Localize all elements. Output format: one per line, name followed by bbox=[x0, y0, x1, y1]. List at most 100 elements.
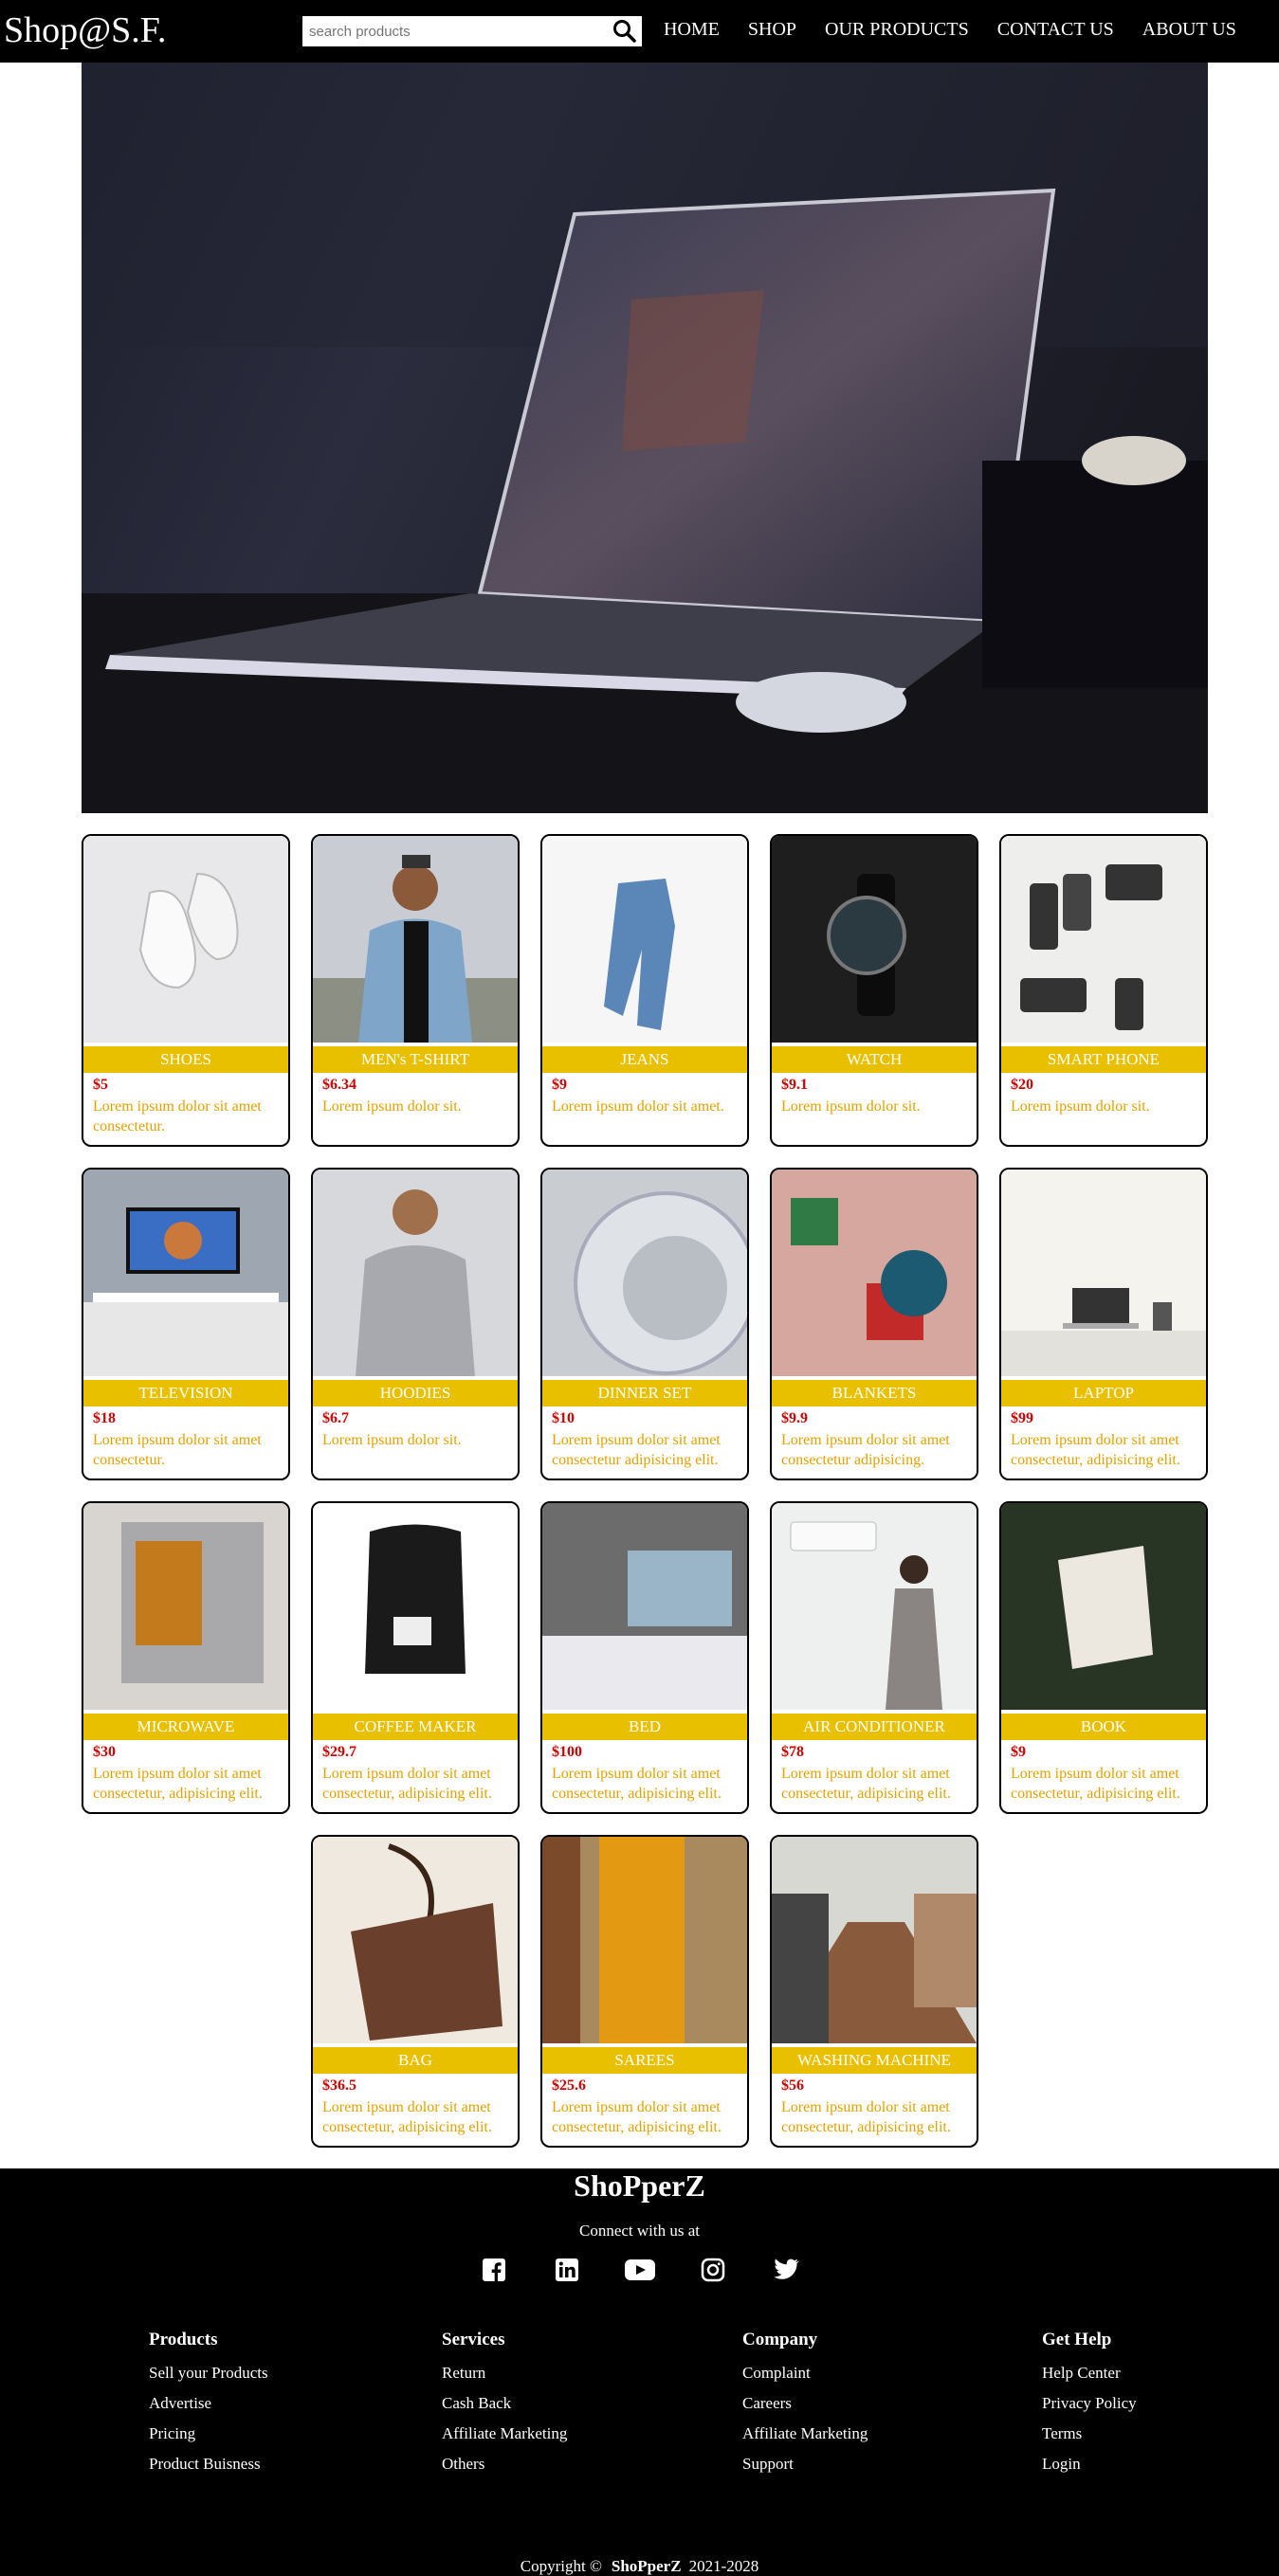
product-card[interactable]: MEN's T-SHIRT $6.34 Lorem ipsum dolor si… bbox=[311, 834, 520, 1147]
footer-connect-text: Connect with us at bbox=[578, 2222, 700, 2240]
product-description: Lorem ipsum dolor sit. bbox=[781, 1098, 921, 1115]
facebook-icon[interactable] bbox=[457, 2256, 530, 2284]
product-name: WATCH bbox=[772, 1046, 977, 1073]
instagram-icon[interactable] bbox=[676, 2256, 749, 2284]
product-card[interactable]: HOODIES $6.7 Lorem ipsum dolor sit. bbox=[311, 1168, 520, 1480]
product-description: Lorem ipsum dolor sit. bbox=[1011, 1098, 1150, 1115]
product-card[interactable]: SAREES $25.6 Lorem ipsum dolor sit amet … bbox=[540, 1835, 749, 2148]
linkedin-icon[interactable] bbox=[530, 2256, 603, 2284]
product-price: $9.1 bbox=[781, 1077, 808, 1093]
product-name: JEANS bbox=[542, 1046, 747, 1073]
product-card[interactable]: WATCH $9.1 Lorem ipsum dolor sit. bbox=[770, 834, 978, 1147]
product-description: Lorem ipsum dolor sit amet consectetur, … bbox=[322, 2099, 492, 2135]
twitter-icon[interactable] bbox=[749, 2256, 822, 2284]
product-description: Lorem ipsum dolor sit amet consectetur. bbox=[93, 1432, 262, 1468]
product-card[interactable]: BLANKETS $9.9 Lorem ipsum dolor sit amet… bbox=[770, 1168, 978, 1480]
footer-link[interactable]: Return bbox=[442, 2358, 567, 2388]
product-price: $36.5 bbox=[322, 2077, 356, 2094]
product-price: $18 bbox=[93, 1410, 116, 1426]
footer-link[interactable]: Support bbox=[742, 2449, 868, 2479]
product-image-washing-machine bbox=[772, 1837, 977, 2043]
footer-link[interactable]: Affiliate Marketing bbox=[442, 2419, 567, 2449]
product-name: WASHING MACHINE bbox=[772, 2047, 977, 2074]
copyright-prefix: Copyright © bbox=[520, 2557, 602, 2575]
product-card[interactable]: MICROWAVE $30 Lorem ipsum dolor sit amet… bbox=[82, 1501, 290, 1814]
navbar: Shop@S.F. HOME SHOP OUR PRODUCTS CONTACT… bbox=[0, 0, 1279, 63]
product-card[interactable]: BOOK $9 Lorem ipsum dolor sit amet conse… bbox=[999, 1501, 1208, 1814]
footer-col-company: Company Complaint Careers Affiliate Mark… bbox=[742, 2330, 868, 2479]
product-image-watch bbox=[772, 836, 977, 1043]
product-price: $25.6 bbox=[552, 2077, 586, 2094]
product-card[interactable]: TELEVISION $18 Lorem ipsum dolor sit ame… bbox=[82, 1168, 290, 1480]
footer-link[interactable]: Terms bbox=[1042, 2419, 1137, 2449]
footer-link[interactable]: Privacy Policy bbox=[1042, 2388, 1137, 2419]
product-image-dinner-set bbox=[542, 1170, 747, 1376]
product-price: $6.34 bbox=[322, 1077, 356, 1093]
copyright-years: 2021-2028 bbox=[688, 2557, 759, 2575]
footer-link[interactable]: Affiliate Marketing bbox=[742, 2419, 868, 2449]
footer-heading: Products bbox=[149, 2330, 218, 2349]
product-image-coffee-maker bbox=[313, 1503, 518, 1710]
product-price: $20 bbox=[1011, 1077, 1033, 1093]
nav-home[interactable]: HOME bbox=[664, 19, 720, 41]
search-box bbox=[301, 15, 643, 47]
search-input[interactable] bbox=[302, 16, 606, 46]
product-name: MICROWAVE bbox=[83, 1714, 288, 1740]
product-image-smart-phone bbox=[1001, 836, 1206, 1043]
footer-link[interactable]: Others bbox=[442, 2449, 567, 2479]
nav-our-products[interactable]: OUR PRODUCTS bbox=[825, 19, 969, 41]
product-price: $6.7 bbox=[322, 1410, 349, 1426]
footer-col-services: Services Return Cash Back Affiliate Mark… bbox=[442, 2330, 567, 2479]
product-price: $78 bbox=[781, 1744, 804, 1760]
product-description: Lorem ipsum dolor sit amet consectetur, … bbox=[1011, 1766, 1180, 1802]
nav-about-us[interactable]: ABOUT US bbox=[1142, 19, 1236, 41]
product-name: BOOK bbox=[1001, 1714, 1206, 1740]
product-price: $99 bbox=[1011, 1410, 1033, 1426]
footer-col-products: Products Sell your Products Advertise Pr… bbox=[149, 2330, 268, 2479]
product-description: Lorem ipsum dolor sit. bbox=[322, 1432, 462, 1448]
product-card[interactable]: JEANS $9 Lorem ipsum dolor sit amet. bbox=[540, 834, 749, 1147]
footer-link[interactable]: Advertise bbox=[149, 2388, 268, 2419]
product-price: $9 bbox=[1011, 1744, 1026, 1760]
copyright: Copyright © ShoPperZ 2021-2028 bbox=[0, 2557, 1279, 2576]
product-card[interactable]: SHOES $5 Lorem ipsum dolor sit amet cons… bbox=[82, 834, 290, 1147]
footer-link[interactable]: Complaint bbox=[742, 2358, 868, 2388]
product-card[interactable]: LAPTOP $99 Lorem ipsum dolor sit amet co… bbox=[999, 1168, 1208, 1480]
footer-link[interactable]: Help Center bbox=[1042, 2358, 1137, 2388]
product-image-hoodies bbox=[313, 1170, 518, 1376]
product-card[interactable]: BAG $36.5 Lorem ipsum dolor sit amet con… bbox=[311, 1835, 520, 2148]
product-card[interactable]: COFFEE MAKER $29.7 Lorem ipsum dolor sit… bbox=[311, 1501, 520, 1814]
nav-shop[interactable]: SHOP bbox=[748, 19, 796, 41]
product-card[interactable]: DINNER SET $10 Lorem ipsum dolor sit ame… bbox=[540, 1168, 749, 1480]
product-description: Lorem ipsum dolor sit amet consectetur, … bbox=[552, 2099, 722, 2135]
product-card[interactable]: WASHING MACHINE $56 Lorem ipsum dolor si… bbox=[770, 1835, 978, 2148]
youtube-icon[interactable] bbox=[603, 2256, 676, 2284]
footer-link[interactable]: Careers bbox=[742, 2388, 868, 2419]
search-icon[interactable] bbox=[608, 16, 642, 46]
footer-link[interactable]: Cash Back bbox=[442, 2388, 567, 2419]
nav-contact-us[interactable]: CONTACT US bbox=[997, 19, 1114, 41]
footer-heading: Services bbox=[442, 2330, 505, 2349]
product-description: Lorem ipsum dolor sit amet consectetur, … bbox=[781, 1766, 951, 1802]
product-price: $10 bbox=[552, 1410, 575, 1426]
product-card[interactable]: AIR CONDITIONER $78 Lorem ipsum dolor si… bbox=[770, 1501, 978, 1814]
product-description: Lorem ipsum dolor sit amet consectetur a… bbox=[552, 1432, 721, 1468]
product-card[interactable]: SMART PHONE $20 Lorem ipsum dolor sit. bbox=[999, 834, 1208, 1147]
product-description: Lorem ipsum dolor sit amet consectetur, … bbox=[552, 1766, 722, 1802]
product-image-jeans bbox=[542, 836, 747, 1043]
product-name: SAREES bbox=[542, 2047, 747, 2074]
product-description: Lorem ipsum dolor sit amet consectetur a… bbox=[781, 1432, 950, 1468]
product-name: MEN's T-SHIRT bbox=[313, 1046, 518, 1073]
product-description: Lorem ipsum dolor sit amet consectetur. bbox=[93, 1098, 262, 1134]
brand-logo[interactable]: Shop@S.F. bbox=[4, 9, 166, 51]
product-name: DINNER SET bbox=[542, 1380, 747, 1406]
product-card[interactable]: BED $100 Lorem ipsum dolor sit amet cons… bbox=[540, 1501, 749, 1814]
footer-link[interactable]: Pricing bbox=[149, 2419, 268, 2449]
product-image-laptop bbox=[1001, 1170, 1206, 1376]
footer-title: ShoPperZ bbox=[574, 2168, 705, 2203]
footer-link[interactable]: Sell your Products bbox=[149, 2358, 268, 2388]
product-image-bed bbox=[542, 1503, 747, 1710]
footer-link[interactable]: Product Buisness bbox=[149, 2449, 268, 2479]
hero-banner-image bbox=[82, 63, 1208, 813]
footer-link[interactable]: Login bbox=[1042, 2449, 1137, 2479]
